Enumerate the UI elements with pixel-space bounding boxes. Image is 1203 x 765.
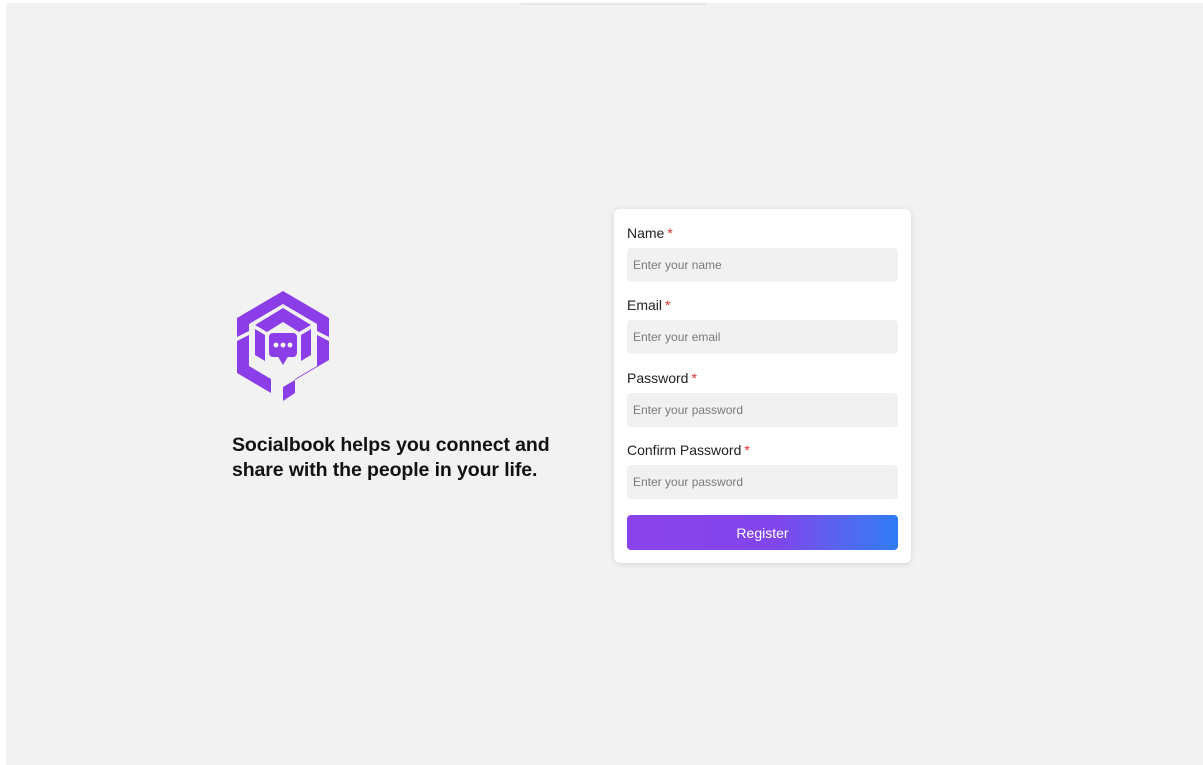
name-label-text: Name [627, 225, 665, 241]
top-strip [521, 3, 706, 5]
name-input[interactable] [627, 248, 898, 282]
email-label-text: Email [627, 297, 663, 313]
confirm-password-label-text: Confirm Password [627, 442, 742, 458]
register-page: Socialbook helps you connect and share w… [6, 3, 1203, 765]
required-marker: * [744, 442, 750, 458]
required-marker: * [665, 297, 671, 313]
required-marker: * [667, 225, 673, 241]
hexagon-chat-logo-icon [237, 291, 329, 401]
password-label: Password * [627, 370, 697, 386]
required-marker: * [691, 370, 697, 386]
password-input[interactable] [627, 393, 898, 427]
register-form: Name* Email* Password* Confirm Password*… [614, 209, 911, 563]
password-label-text: Password [627, 370, 689, 386]
register-button[interactable]: Register [627, 515, 898, 550]
email-label: Email * [627, 297, 670, 313]
brand-tagline: Socialbook helps you connect and share w… [232, 434, 550, 481]
email-input[interactable] [627, 320, 898, 354]
confirm-password-input[interactable] [627, 465, 898, 499]
confirm-password-label: Confirm Password * [627, 442, 750, 458]
name-label: Name * [627, 225, 673, 241]
